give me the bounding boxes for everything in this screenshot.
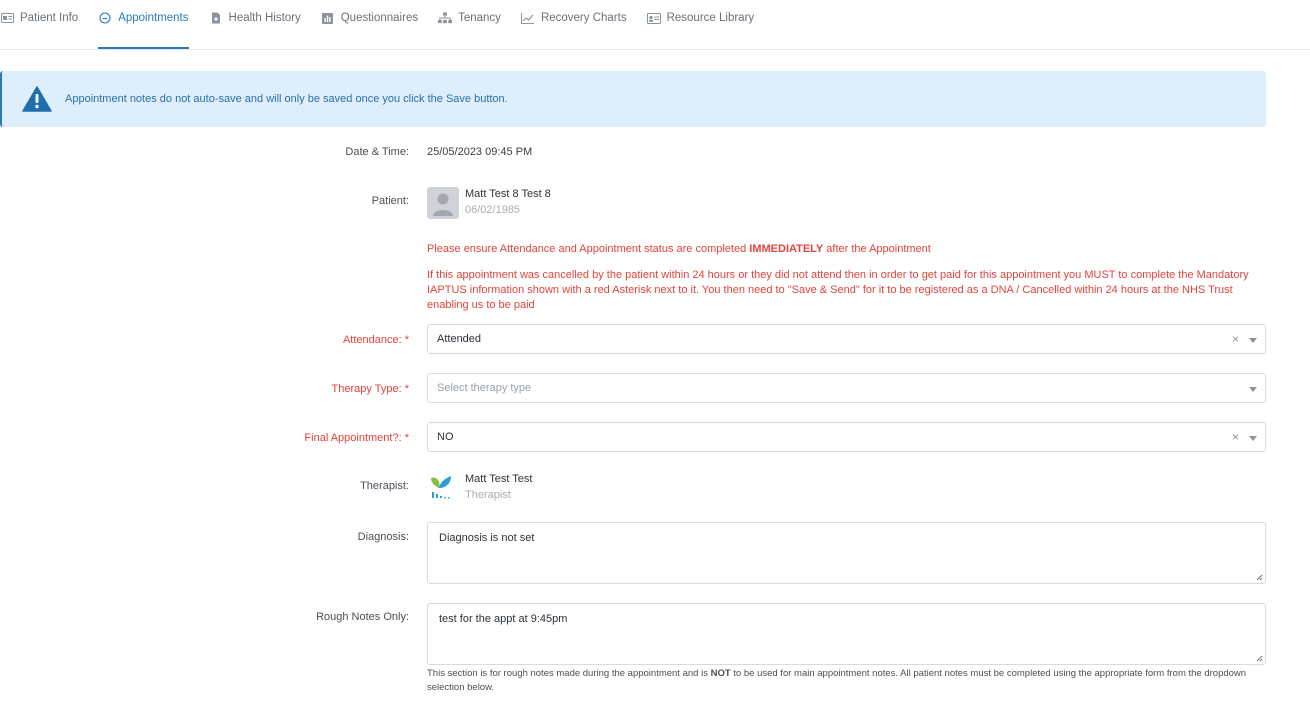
tab-label: Health History xyxy=(228,12,301,24)
therapist-card[interactable]: Matt Test Test Therapist xyxy=(427,472,532,504)
rough-notes-value: test for the appt at 9:45pm xyxy=(439,613,568,625)
patient-name: Matt Test 8 Test 8 xyxy=(465,188,551,200)
therapist-name: Matt Test Test xyxy=(465,473,533,485)
tab-tenancy[interactable]: Tenancy xyxy=(438,0,501,49)
clear-icon[interactable]: × xyxy=(1232,430,1239,444)
resize-handle-icon[interactable] xyxy=(1255,573,1263,581)
patient-card[interactable]: Matt Test 8 Test 8 06/02/1985 xyxy=(427,187,551,219)
therapist-label: Therapist: xyxy=(360,480,409,492)
therapist-logo xyxy=(427,472,459,504)
autosave-alert: Appointment notes do not auto-save and w… xyxy=(0,71,1266,127)
tab-resource-library[interactable]: Resource Library xyxy=(646,0,755,49)
tab-label: Tenancy xyxy=(458,12,501,24)
final-appointment-value: NO xyxy=(437,431,454,443)
document-plus-icon xyxy=(209,12,223,24)
therapy-type-placeholder: Select therapy type xyxy=(437,382,532,394)
rough-notes-field[interactable]: test for the appt at 9:45pm xyxy=(427,603,1266,665)
attendance-warning: Please ensure Attendance and Appointment… xyxy=(427,242,1263,257)
tab-label: Resource Library xyxy=(666,12,755,24)
clock-icon xyxy=(98,12,112,24)
therapy-type-label: Therapy Type: * xyxy=(331,383,409,395)
avatar xyxy=(427,187,459,219)
clear-icon[interactable]: × xyxy=(1232,332,1239,346)
warning-text: after the Appointment xyxy=(823,243,931,255)
tab-recovery-charts[interactable]: Recovery Charts xyxy=(521,0,627,49)
id-card-icon xyxy=(0,12,14,24)
warning-text: Please ensure Attendance and Appointment… xyxy=(427,243,750,255)
attendance-value: Attended xyxy=(437,333,482,345)
attendance-select[interactable]: Attended × xyxy=(427,324,1266,354)
tab-label: Appointments xyxy=(118,12,189,24)
final-appointment-label: Final Appointment?: * xyxy=(304,432,409,444)
tab-appointments[interactable]: Appointments xyxy=(98,0,189,49)
diagnosis-field[interactable]: Diagnosis is not set xyxy=(427,522,1266,584)
tab-questionnaires[interactable]: Questionnaires xyxy=(321,0,418,49)
tab-label: Patient Info xyxy=(20,12,79,24)
tab-label: Recovery Charts xyxy=(540,12,627,24)
tab-health-history[interactable]: Health History xyxy=(209,0,301,49)
datetime-label: Date & Time: xyxy=(345,146,409,158)
therapy-type-select[interactable]: Select therapy type xyxy=(427,373,1266,403)
iaptus-warning: If this appointment was cancelled by the… xyxy=(427,269,1249,311)
diagnosis-value: Diagnosis is not set xyxy=(439,532,535,544)
user-placeholder-icon xyxy=(433,193,453,216)
attendance-label: Attendance: * xyxy=(342,334,409,346)
rough-notes-help: This section is for rough notes made dur… xyxy=(427,667,1267,695)
line-chart-icon xyxy=(521,12,535,24)
datetime-value: 25/05/2023 09:45 PM xyxy=(427,146,533,158)
chevron-down-icon[interactable] xyxy=(1249,338,1257,343)
chevron-down-icon[interactable] xyxy=(1249,436,1257,441)
chevron-down-icon[interactable] xyxy=(1249,387,1257,392)
tab-patient-info[interactable]: Patient Info xyxy=(0,0,78,49)
final-appointment-select[interactable]: NO × xyxy=(427,422,1266,452)
alert-message: Appointment notes do not auto-save and w… xyxy=(65,93,508,105)
therapist-role: Therapist xyxy=(465,489,511,501)
patient-dob: 06/02/1985 xyxy=(465,204,521,216)
warning-icon xyxy=(22,86,52,112)
address-card-icon xyxy=(646,12,661,24)
diagnosis-label: Diagnosis: xyxy=(357,531,409,543)
bar-chart-icon xyxy=(321,12,335,24)
help-text: This section is for rough notes made dur… xyxy=(427,668,711,679)
tab-bar: Patient Info Appointments Health History… xyxy=(0,0,1310,50)
warning-emphasis: IMMEDIATELY xyxy=(749,243,824,255)
resize-handle-icon[interactable] xyxy=(1255,654,1263,662)
patient-label: Patient: xyxy=(371,195,409,207)
tab-label: Questionnaires xyxy=(340,12,419,24)
rough-notes-label: Rough Notes Only: xyxy=(316,611,409,623)
help-emphasis: NOT xyxy=(710,668,731,679)
hierarchy-icon xyxy=(438,12,453,24)
